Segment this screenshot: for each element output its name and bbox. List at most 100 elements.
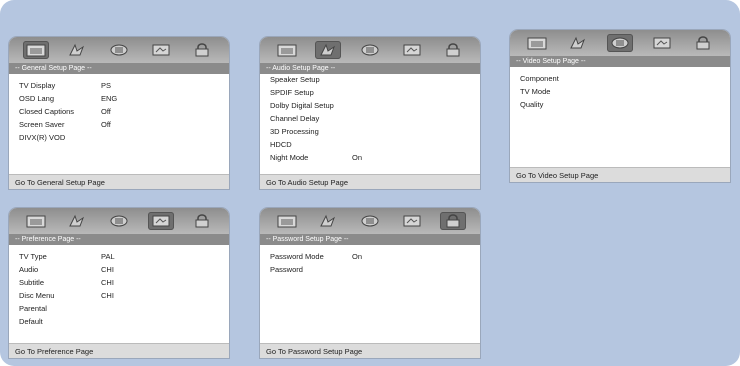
menu-item-label: 3D Processing: [270, 127, 319, 136]
menu-item-label: Default: [19, 317, 43, 326]
tab-audio-setup[interactable]: [64, 41, 90, 59]
tab-password[interactable]: [440, 41, 466, 59]
menu-item[interactable]: Disc Menu CHI: [19, 289, 219, 302]
tab-video-setup[interactable]: [357, 212, 383, 230]
menu-item-label: Disc Menu: [19, 291, 55, 300]
menu-item[interactable]: DIVX(R) VOD: [19, 131, 219, 144]
menu-list: TV Display PS OSD Lang ENG Closed Captions…: [19, 79, 219, 144]
menu-item[interactable]: HDCD: [270, 138, 470, 151]
menu-item-label: Subtitle: [19, 278, 45, 287]
tab-preference[interactable]: [399, 41, 425, 59]
tab-general-setup[interactable]: [274, 41, 300, 59]
menu-item[interactable]: TV Mode: [520, 85, 720, 98]
menu-item-value: CHI: [101, 278, 114, 287]
menu-item[interactable]: Parental: [19, 302, 219, 315]
menu-item-label: Closed Captions: [19, 107, 75, 116]
tab-password[interactable]: [189, 212, 215, 230]
menu-item[interactable]: 3D Processing: [270, 125, 470, 138]
tab-preference[interactable]: [148, 41, 174, 59]
audio-setup-panel: -- Audio Setup Page -- Speaker Setup SPD…: [260, 37, 480, 189]
tab-password[interactable]: [189, 41, 215, 59]
preference-icon: [151, 43, 171, 57]
menu-item[interactable]: TV Display PS: [19, 79, 219, 92]
menu-item-label: OSD Lang: [19, 94, 55, 103]
tab-general-setup[interactable]: [23, 212, 49, 230]
setup-tab-bar: [510, 30, 730, 56]
video-setup-panel: -- Video Setup Page -- Component TV Mode…: [510, 30, 730, 182]
setup-tab-bar: [260, 37, 480, 63]
video-setup-icon: [360, 43, 380, 57]
status-footer: Go To Video Setup Page: [510, 167, 730, 182]
tab-general-setup[interactable]: [524, 34, 550, 52]
tab-password[interactable]: [440, 212, 467, 230]
menu-item-label: Quality: [520, 100, 544, 109]
menu-item[interactable]: Audio CHI: [19, 263, 219, 276]
password-lock-icon: [693, 36, 713, 50]
menu-list: TV Type PAL Audio CHI Subtitle CHI Disc Men…: [19, 250, 219, 328]
menu-item[interactable]: Component: [520, 72, 720, 85]
menu-item-value: On: [352, 252, 363, 261]
tab-audio-setup[interactable]: [565, 34, 591, 52]
menu-item-label: Component: [520, 74, 559, 83]
page-title: -- Password Setup Page --: [260, 234, 480, 245]
tab-video-setup[interactable]: [357, 41, 383, 59]
menu-item-label: Audio: [19, 265, 39, 274]
menu-item-label: DIVX(R) VOD: [19, 133, 66, 142]
password-setup-panel: -- Password Setup Page -- Password Mode O…: [260, 208, 480, 358]
menu-list: Password Mode On Password: [270, 250, 470, 276]
page-title: -- Video Setup Page --: [510, 56, 730, 67]
menu-item-value: ENG: [101, 94, 118, 103]
menu-item[interactable]: Screen Saver Off: [19, 118, 219, 131]
menu-item-value: Off: [101, 107, 111, 116]
status-footer: Go To Audio Setup Page: [260, 174, 480, 189]
tab-password[interactable]: [690, 34, 716, 52]
tab-preference[interactable]: [399, 212, 425, 230]
tab-video-setup[interactable]: [606, 34, 633, 52]
audio-setup-icon: [318, 43, 338, 57]
status-footer: Go To Preference Page: [9, 343, 229, 358]
password-lock-icon: [443, 214, 463, 228]
menu-item[interactable]: Dolby Digital Setup: [270, 99, 470, 112]
tab-video-setup[interactable]: [106, 212, 132, 230]
menu-item[interactable]: Night Mode On: [270, 151, 470, 164]
menu-item-label: Password Mode: [270, 252, 324, 261]
tab-video-setup[interactable]: [106, 41, 132, 59]
menu-item-label: Parental: [19, 304, 47, 313]
video-setup-icon: [610, 36, 630, 50]
tab-general-setup[interactable]: [22, 41, 49, 59]
video-setup-icon: [109, 214, 129, 228]
menu-item-label: Password: [270, 265, 303, 274]
general-setup-icon: [527, 36, 547, 50]
setup-tab-bar: [9, 208, 229, 234]
menu-item[interactable]: SPDIF Setup: [270, 86, 470, 99]
tab-general-setup[interactable]: [274, 212, 300, 230]
tab-audio-setup[interactable]: [64, 212, 90, 230]
menu-item[interactable]: Password Mode On: [270, 250, 470, 263]
menu-item[interactable]: Default: [19, 315, 219, 328]
menu-item[interactable]: Closed Captions Off: [19, 105, 219, 118]
general-setup-icon: [26, 214, 46, 228]
menu-item[interactable]: TV Type PAL: [19, 250, 219, 263]
video-setup-icon: [360, 214, 380, 228]
tab-audio-setup[interactable]: [315, 212, 341, 230]
menu-item-label: TV Type: [19, 252, 47, 261]
menu-item-label: HDCD: [270, 140, 292, 149]
menu-item-value: On: [352, 153, 363, 162]
menu-list: Speaker Setup SPDIF Setup Dolby Digital …: [270, 73, 470, 164]
general-setup-icon: [277, 214, 297, 228]
audio-setup-icon: [568, 36, 588, 50]
menu-item[interactable]: Channel Delay: [270, 112, 470, 125]
menu-item-label: Channel Delay: [270, 114, 320, 123]
menu-item[interactable]: Speaker Setup: [270, 73, 470, 86]
tab-audio-setup[interactable]: [315, 41, 342, 59]
tab-preference[interactable]: [147, 212, 174, 230]
status-footer: Go To Password Setup Page: [260, 343, 480, 358]
video-setup-icon: [109, 43, 129, 57]
password-lock-icon: [192, 214, 212, 228]
menu-item[interactable]: Subtitle CHI: [19, 276, 219, 289]
menu-item[interactable]: Password: [270, 263, 470, 276]
menu-item[interactable]: OSD Lang ENG: [19, 92, 219, 105]
menu-item[interactable]: Quality: [520, 98, 720, 111]
menu-item-value: PS: [101, 81, 112, 90]
tab-preference[interactable]: [649, 34, 675, 52]
